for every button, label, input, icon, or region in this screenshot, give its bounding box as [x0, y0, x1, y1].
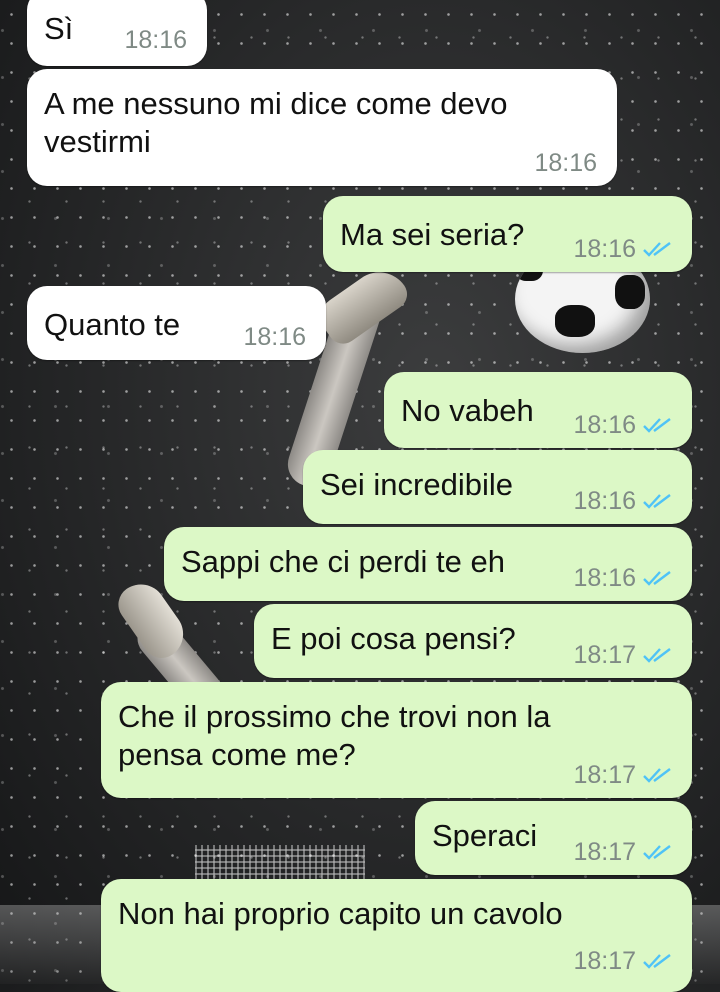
message-text: Speraci [432, 818, 538, 853]
message-text: Sì [44, 11, 74, 46]
read-receipt-icon [643, 494, 671, 509]
read-receipt-icon [643, 571, 671, 586]
message-bubble-outgoing[interactable]: Sappi che ci perdi te eh 18:16 [164, 527, 692, 601]
message-time: 18:17 [573, 761, 636, 789]
message-bubble-outgoing[interactable]: No vabeh 18:16 [384, 372, 692, 448]
message-time: 18:16 [573, 564, 636, 592]
message-text: No vabeh [401, 393, 534, 428]
read-receipt-icon [643, 242, 671, 257]
message-time: 18:16 [573, 487, 636, 515]
message-time: 18:16 [573, 235, 636, 263]
message-bubble-incoming[interactable]: Quanto te 18:16 [27, 286, 326, 360]
message-text: E poi cosa pensi? [271, 621, 516, 656]
message-bubble-incoming[interactable]: A me nessuno mi dice come devo vestirmi … [27, 69, 617, 186]
message-bubble-outgoing[interactable]: Speraci 18:17 [415, 801, 692, 875]
message-text: Non hai proprio capito un cavolo [118, 896, 563, 931]
message-bubble-outgoing[interactable]: E poi cosa pensi? 18:17 [254, 604, 692, 678]
message-text: Sei incredibile [320, 467, 513, 502]
read-receipt-icon [643, 845, 671, 860]
message-text: Sappi che ci perdi te eh [181, 544, 505, 579]
message-bubble-outgoing[interactable]: Che il prossimo che trovi non la pensa c… [101, 682, 692, 798]
message-text: Quanto te [44, 307, 181, 342]
message-time: 18:17 [573, 838, 636, 866]
message-text: A me nessuno mi dice come devo vestirmi [44, 86, 508, 159]
message-bubble-outgoing[interactable]: Sei incredibile 18:16 [303, 450, 692, 524]
read-receipt-icon [643, 418, 671, 433]
message-time: 18:16 [534, 149, 597, 177]
message-time: 18:16 [124, 26, 187, 54]
read-receipt-icon [643, 648, 671, 663]
message-time: 18:17 [573, 947, 636, 975]
message-time: 18:17 [573, 641, 636, 669]
message-list: Sì 18:16 A me nessuno mi dice come devo … [0, 0, 720, 992]
read-receipt-icon [643, 954, 671, 969]
read-receipt-icon [643, 768, 671, 783]
message-bubble-outgoing[interactable]: Non hai proprio capito un cavolo 18:17 [101, 879, 692, 992]
message-time: 18:16 [243, 323, 306, 351]
message-text: Ma sei seria? [340, 217, 525, 252]
message-bubble-incoming[interactable]: Sì 18:16 [27, 0, 207, 66]
message-time: 18:16 [573, 411, 636, 439]
message-bubble-outgoing[interactable]: Ma sei seria? 18:16 [323, 196, 692, 272]
